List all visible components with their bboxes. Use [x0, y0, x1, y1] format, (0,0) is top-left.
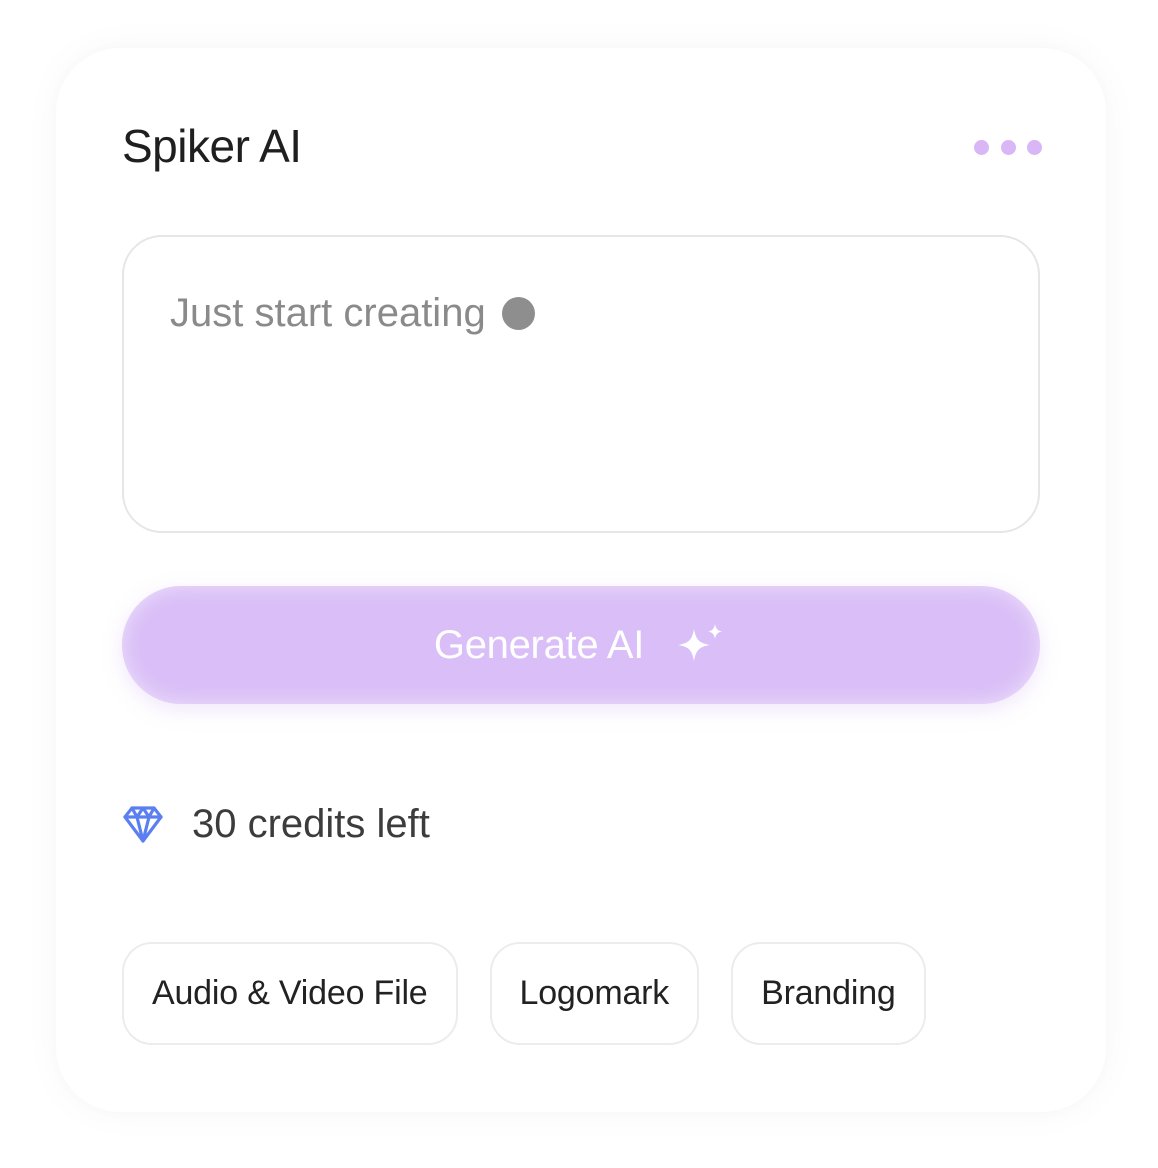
widget-title: Spiker AI [122, 120, 302, 172]
generate-ai-label: Generate AI [433, 622, 645, 667]
prompt-placeholder-text: Just start creating [170, 291, 486, 335]
more-dot [1000, 139, 1016, 155]
chip-logomark[interactable]: Logomark [489, 942, 700, 1045]
prompt-placeholder: Just start creating [170, 289, 535, 337]
suggestion-chips: Audio & Video File Logomark Branding [122, 942, 926, 1045]
more-dot [1027, 139, 1042, 155]
credits-info: 30 credits left [122, 798, 430, 850]
generate-ai-button[interactable]: Generate AI [122, 586, 1040, 704]
sparkles-icon [678, 624, 723, 661]
spiker-ai-card: Spiker AI Just start creating Generate A… [56, 48, 1106, 1112]
prompt-input[interactable]: Just start creating [122, 235, 1040, 533]
chip-branding[interactable]: Branding [731, 942, 926, 1045]
chip-audio-video-file[interactable]: Audio & Video File [122, 942, 458, 1045]
diamond-icon [123, 806, 163, 843]
credits-text: 30 credits left [192, 801, 430, 846]
typing-indicator-icon [501, 296, 535, 330]
more-dot [974, 139, 989, 155]
more-options-icon[interactable] [974, 137, 1042, 157]
